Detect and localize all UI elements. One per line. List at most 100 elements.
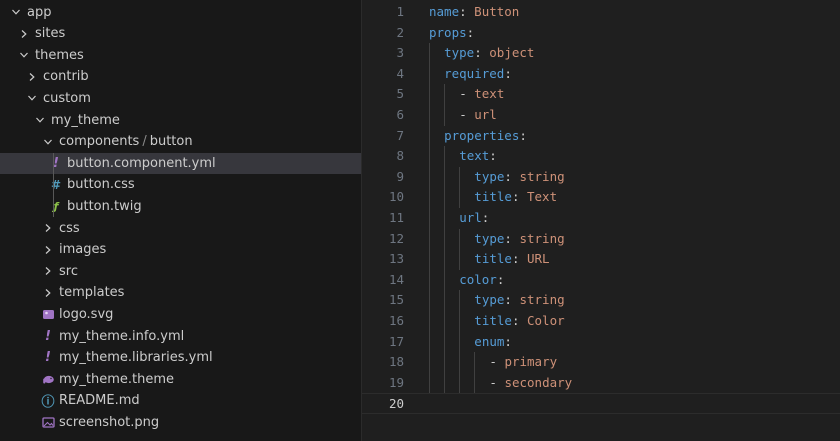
line-number: 12	[388, 230, 404, 246]
image-icon	[40, 412, 56, 433]
code-line[interactable]: 2 props:	[362, 23, 840, 44]
code-text: props:	[429, 24, 475, 40]
folder-item-themes[interactable]: themes	[0, 45, 361, 66]
code-line[interactable]: 4 required:	[362, 63, 840, 85]
code-editor[interactable]: 1 name: Button 2 props: 3 type: object 4 requir…	[362, 0, 840, 441]
file-item-button-css[interactable]: # button.css	[0, 174, 361, 195]
file-item-logo-svg[interactable]: logo.svg	[0, 304, 361, 325]
code-line[interactable]: 5 - text	[362, 84, 840, 105]
line-number: 18	[388, 354, 404, 370]
indent-guide	[429, 208, 430, 229]
elephant-icon	[40, 369, 56, 390]
code-line[interactable]: 6 - url	[362, 105, 840, 126]
file-item-button-component-yml[interactable]: ! button.component.yml	[0, 152, 361, 174]
line-number: 15	[388, 292, 404, 308]
indent-guide	[444, 208, 446, 229]
code-line[interactable]: 15 type: string	[362, 290, 840, 311]
indent-guide	[474, 352, 476, 373]
folder-item-css[interactable]: css	[0, 218, 361, 239]
code-line[interactable]: 18 - primary	[362, 352, 840, 373]
tree-item-label: my_theme.libraries.yml	[59, 350, 213, 366]
indent-guide	[444, 249, 446, 270]
folder-item-components[interactable]: components / button	[0, 131, 361, 152]
file-item-readme-md[interactable]: ⓘ README.md	[0, 390, 361, 411]
chevron-right-icon[interactable]	[40, 261, 56, 282]
indent-guide	[459, 331, 461, 353]
line-number: 10	[388, 189, 404, 205]
folder-item-images[interactable]: images	[0, 239, 361, 260]
line-number: 8	[396, 148, 404, 164]
indent-guide	[429, 125, 430, 147]
chevron-right-icon[interactable]	[40, 218, 56, 239]
tree-item-label: src	[59, 263, 78, 279]
chevron-down-icon[interactable]	[16, 45, 32, 66]
folder-item-src[interactable]: src	[0, 261, 361, 282]
code-line[interactable]: 20	[362, 393, 840, 414]
chevron-down-icon[interactable]	[8, 2, 24, 23]
code-text: type: string	[474, 230, 565, 246]
line-number: 20	[388, 396, 404, 412]
tree-item-label: contrib	[43, 69, 89, 85]
exclamation-icon: !	[53, 155, 59, 171]
file-item-my-theme-theme[interactable]: my_theme.theme	[0, 369, 361, 390]
tree-item-label: my_theme.theme	[59, 371, 174, 387]
indent-guide	[444, 269, 446, 291]
file-item-my-theme-info-yml[interactable]: ! my_theme.info.yml	[0, 326, 361, 347]
line-number: 4	[396, 65, 404, 81]
line-number: 14	[388, 271, 404, 287]
code-text: properties:	[444, 127, 527, 143]
chevron-down-icon[interactable]	[32, 110, 48, 131]
folder-item-app[interactable]: app	[0, 2, 361, 23]
file-item-button-twig[interactable]: ƒ button.twig	[0, 196, 361, 217]
indent-guide	[474, 372, 476, 394]
tree-item-label: templates	[59, 285, 125, 301]
code-line[interactable]: 1 name: Button	[362, 2, 840, 23]
tree-item-label: my_theme.info.yml	[59, 328, 185, 344]
code-text: type: object	[444, 45, 535, 61]
chevron-right-icon[interactable]	[16, 23, 32, 44]
file-item-screenshot-png[interactable]: screenshot.png	[0, 412, 361, 433]
code-text: title: Text	[474, 189, 558, 205]
indent-guide	[459, 290, 461, 311]
line-number: 11	[388, 210, 404, 225]
code-line[interactable]: 17 enum:	[362, 331, 840, 353]
chevron-down-icon[interactable]	[40, 131, 56, 152]
line-number: 3	[396, 45, 404, 61]
line-number: 5	[396, 86, 404, 102]
chevron-down-icon[interactable]	[24, 88, 40, 109]
code-text: type: string	[474, 292, 565, 308]
code-line[interactable]: 13 title: URL	[362, 249, 840, 270]
indent-guide	[429, 228, 430, 250]
chevron-right-icon[interactable]	[40, 282, 56, 303]
indent-guide	[459, 372, 461, 394]
folder-item-sites[interactable]: sites	[0, 23, 361, 44]
tree-item-label: button.css	[67, 177, 135, 193]
code-line[interactable]: 8 text:	[362, 146, 840, 167]
line-number: 6	[396, 107, 404, 122]
code-line[interactable]: 19 - secondary	[362, 372, 840, 394]
code-line[interactable]: 11 url:	[362, 208, 840, 229]
folder-item-my-theme[interactable]: my_theme	[0, 110, 361, 131]
indent-guide	[429, 43, 430, 64]
code-line[interactable]: 12 type: string	[362, 228, 840, 250]
indent-guide	[459, 166, 461, 188]
folder-item-custom[interactable]: custom	[0, 88, 361, 109]
folder-item-templates[interactable]: templates	[0, 282, 361, 303]
code-line[interactable]: 10 title: Text	[362, 187, 840, 208]
chevron-right-icon[interactable]	[40, 239, 56, 260]
indent-guide	[429, 187, 430, 208]
chevron-right-icon[interactable]	[24, 66, 40, 87]
tree-item-label: themes	[35, 47, 84, 63]
code-line[interactable]: 14 color:	[362, 269, 840, 291]
indent-guide	[429, 331, 430, 353]
code-line[interactable]: 16 title: Color	[362, 311, 840, 332]
file-item-my-theme-libraries-yml[interactable]: ! my_theme.libraries.yml	[0, 347, 361, 368]
indent-guide	[444, 311, 446, 332]
indent-guide	[444, 331, 446, 353]
code-text: title: URL	[474, 251, 550, 267]
line-number: 9	[396, 168, 404, 184]
code-line[interactable]: 9 type: string	[362, 166, 840, 188]
folder-item-contrib[interactable]: contrib	[0, 66, 361, 87]
code-line[interactable]: 7 properties:	[362, 125, 840, 147]
code-line[interactable]: 3 type: object	[362, 43, 840, 64]
